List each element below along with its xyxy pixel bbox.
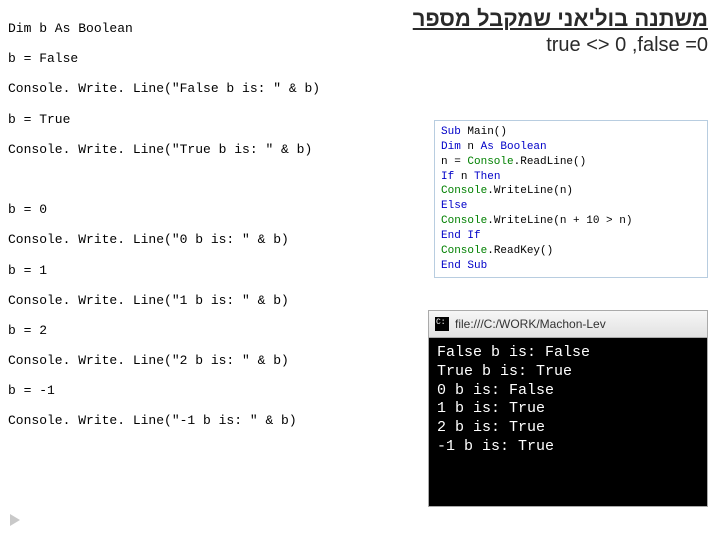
code-line: b = -1 bbox=[8, 382, 408, 400]
console-title-text: file:///C:/WORK/Machon-Lev bbox=[455, 317, 606, 331]
ide-screenshot: Sub Main() Dim n As Boolean n = Console.… bbox=[434, 120, 708, 278]
console-window: file:///C:/WORK/Machon-Lev False b is: F… bbox=[428, 310, 708, 507]
ide-line: n = Console.ReadLine() bbox=[441, 155, 701, 170]
ide-line: Dim n As Boolean bbox=[441, 140, 701, 155]
code-line: b = 0 bbox=[8, 201, 408, 219]
ide-line: If n Then bbox=[441, 170, 701, 185]
code-line: b = False bbox=[8, 50, 408, 68]
code-line: Console. Write. Line("-1 b is: " & b) bbox=[8, 412, 408, 430]
code-line bbox=[8, 171, 408, 189]
code-line: b = True bbox=[8, 111, 408, 129]
ide-line: Else bbox=[441, 199, 701, 214]
ide-line: Console.WriteLine(n) bbox=[441, 184, 701, 199]
code-listing: Dim b As Boolean b = False Console. Write.… bbox=[8, 20, 408, 443]
console-titlebar: file:///C:/WORK/Machon-Lev bbox=[428, 310, 708, 337]
code-line: Console. Write. Line("False b is: " & b) bbox=[8, 80, 408, 98]
code-line: Console. Write. Line("2 b is: " & b) bbox=[8, 352, 408, 370]
code-line: Console. Write. Line("True b is: " & b) bbox=[8, 141, 408, 159]
ide-line: Sub Main() bbox=[441, 125, 701, 140]
corner-marker bbox=[10, 514, 20, 526]
console-output: False b is: False True b is: True 0 b is… bbox=[428, 337, 708, 507]
ide-line: Console.WriteLine(n + 10 > n) bbox=[441, 214, 701, 229]
ide-line: End Sub bbox=[441, 259, 701, 274]
cmd-icon bbox=[435, 317, 449, 331]
code-line: Console. Write. Line("1 b is: " & b) bbox=[8, 292, 408, 310]
hebrew-title: משתנה בוליאני שמקבל מספר bbox=[413, 6, 708, 32]
hebrew-subtitle: true <> 0 ,false =0 bbox=[413, 34, 708, 57]
ide-line: End If bbox=[441, 229, 701, 244]
code-line: b = 1 bbox=[8, 262, 408, 280]
code-line: b = 2 bbox=[8, 322, 408, 340]
code-line: Dim b As Boolean bbox=[8, 20, 408, 38]
code-line: Console. Write. Line("0 b is: " & b) bbox=[8, 231, 408, 249]
slide-heading: משתנה בוליאני שמקבל מספר true <> 0 ,fals… bbox=[413, 6, 708, 57]
ide-line: Console.ReadKey() bbox=[441, 244, 701, 259]
